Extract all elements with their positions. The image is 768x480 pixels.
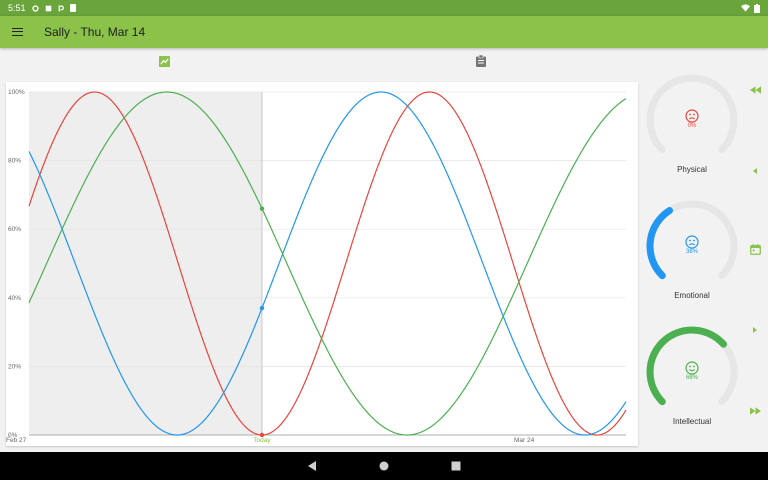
x-tick-label: Feb 27	[6, 437, 27, 444]
sim-icon	[69, 4, 76, 12]
y-tick-label: 40%	[8, 295, 21, 302]
settings-icon	[31, 4, 39, 12]
y-tick-label: 60%	[8, 226, 21, 233]
step-back-icon	[753, 168, 757, 174]
smile-face-icon	[685, 361, 699, 375]
parking-icon	[58, 5, 64, 11]
jump-forward-button[interactable]	[748, 405, 762, 417]
gauge-percent: 68%	[685, 375, 698, 381]
gauge-label: Emotional	[674, 291, 710, 300]
calendar-icon	[749, 243, 761, 255]
x-tick-label: Today	[253, 437, 271, 444]
calendar-button[interactable]	[748, 242, 762, 256]
x-tick-label: Mar 24	[514, 437, 535, 444]
sad-face-icon	[685, 109, 699, 123]
clipboard-icon	[476, 55, 486, 67]
app-bar: Sally - Thu, Mar 14	[0, 16, 768, 48]
biorhythm-chart[interactable]: 0%20%40%60%80%100% Feb 27 Today Mar 24	[6, 82, 638, 446]
hamburger-icon	[11, 28, 23, 36]
gauge-label: Intellectual	[672, 417, 712, 426]
fast-forward-icon	[749, 407, 761, 415]
recents-icon[interactable]	[451, 461, 461, 471]
gauge-progress	[646, 207, 673, 280]
step-forward-button[interactable]	[748, 324, 762, 336]
y-tick-label: 20%	[8, 363, 21, 370]
back-icon[interactable]	[307, 461, 317, 471]
y-axis-labels: 0%20%40%60%80%100%	[8, 89, 25, 439]
today-point-emotional	[259, 305, 265, 311]
x-axis-labels: Feb 27 Today Mar 24	[6, 437, 535, 444]
gauge-intellectual[interactable]: 68% Intellectual	[644, 324, 740, 426]
fast-rewind-icon	[749, 86, 761, 94]
notification-icon	[45, 5, 51, 11]
battery-icon	[754, 3, 760, 13]
step-back-button[interactable]	[748, 165, 762, 177]
system-nav-bar	[0, 452, 768, 480]
tab-notes[interactable]	[474, 54, 488, 68]
y-tick-label: 100%	[8, 89, 25, 96]
status-time: 5:51	[8, 3, 26, 13]
step-forward-icon	[753, 327, 757, 333]
menu-button[interactable]	[0, 16, 34, 48]
chart-icon	[158, 55, 170, 67]
jump-back-button[interactable]	[748, 84, 762, 96]
today-point-intellectual	[259, 206, 265, 211]
status-bar: 5:51	[0, 0, 768, 16]
biorhythm-chart-card[interactable]: 0% 20% 40% 60% 80% 100% Feb 27 Today Mar 24	[6, 82, 638, 446]
gauge-label: Physical	[677, 165, 707, 174]
today-point-physical	[259, 432, 265, 438]
gauges-panel: 0% Physical 38% Emotional 68% Intellectu…	[640, 72, 768, 450]
gauge-percent: 0%	[687, 123, 697, 129]
home-icon[interactable]	[379, 461, 389, 471]
wifi-icon	[741, 4, 750, 12]
tab-chart[interactable]	[157, 54, 171, 68]
sad-face-icon	[685, 235, 699, 249]
page-title: Sally - Thu, Mar 14	[44, 25, 146, 39]
gauge-percent: 38%	[685, 249, 698, 255]
gauge-physical[interactable]: 0% Physical	[644, 72, 740, 174]
gauge-emotional[interactable]: 38% Emotional	[644, 198, 740, 300]
y-tick-label: 80%	[8, 158, 21, 165]
